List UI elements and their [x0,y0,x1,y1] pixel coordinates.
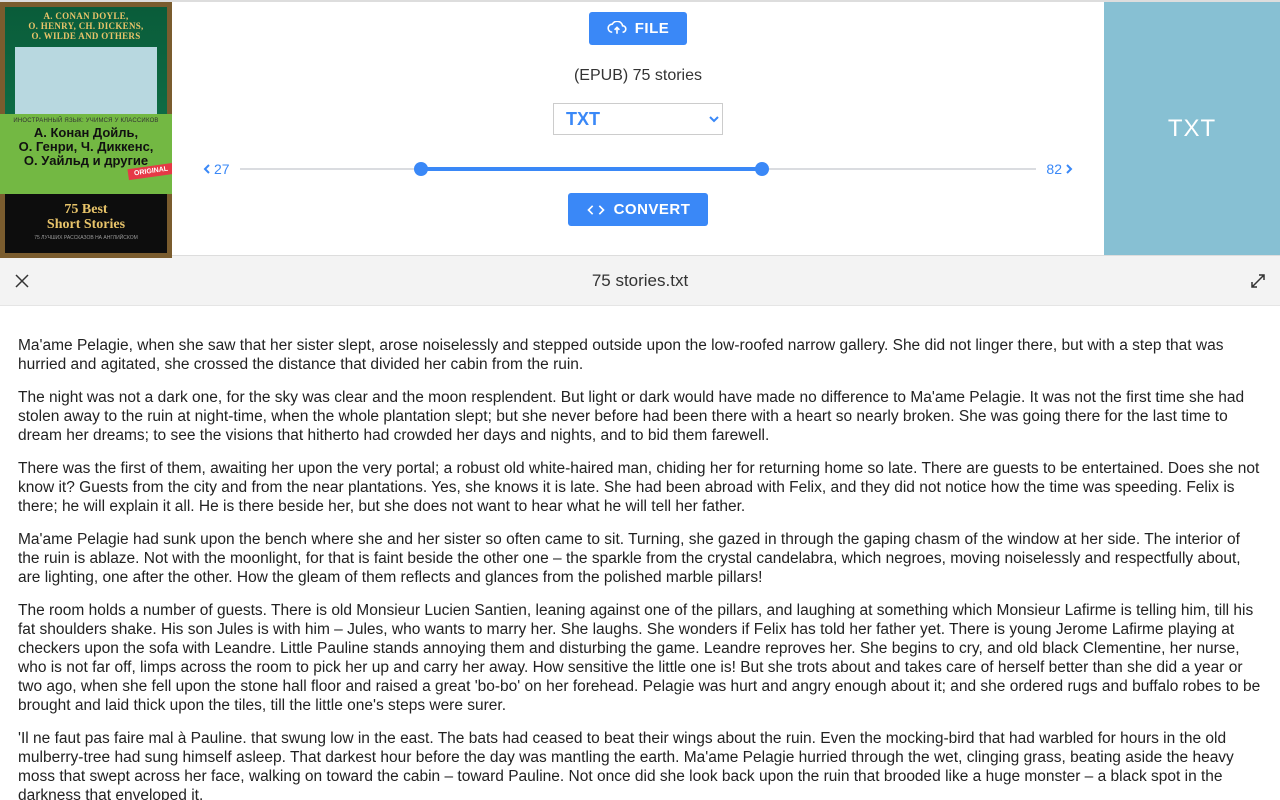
file-button-label: FILE [635,20,670,37]
slider-right-value: 82 [1046,161,1062,177]
chevron-right-icon [1064,164,1074,174]
expand-icon [1249,272,1267,290]
paragraph: The night was not a dark one, for the sk… [18,388,1262,445]
slider-left-button[interactable]: 27 [202,161,230,177]
expand-button[interactable] [1246,269,1270,293]
cover-subtitle: Иностранный язык: учимся у классиков [8,118,164,124]
cover-title: 75 BestShort Stories [5,194,167,232]
cover-tagline: 75 лучших рассказов на английском [5,235,167,241]
page-range-slider: 27 82 [192,159,1084,179]
paragraph: The room holds a number of guests. There… [18,601,1262,715]
controls-column: FILE (EPUB) 75 stories TXT 27 82 [172,2,1104,255]
slider-track[interactable] [240,159,1037,179]
paragraph: There was the first of them, awaiting he… [18,459,1262,516]
close-icon [14,273,30,289]
file-info-label: (EPUB) 75 stories [574,67,702,85]
slider-left-value: 27 [214,161,230,177]
text-content: Ma'ame Pelagie, when she saw that her si… [0,306,1280,800]
slider-handle-right[interactable] [755,162,769,176]
book-cover: A. Conan Doyle,O. Henry, Ch. Dickens,O. … [0,2,172,258]
close-button[interactable] [10,269,34,293]
output-format-box: TXT [1104,2,1280,255]
cloud-upload-icon [607,21,627,37]
result-filename: 75 stories.txt [34,271,1246,291]
cover-authors-ru: А. Конан Дойль, О. Генри, Ч. Диккенс, О.… [8,126,164,168]
paragraph: 'Il ne faut pas faire mal à Pauline. tha… [18,729,1262,800]
code-icon [586,203,606,217]
cover-authors-en: A. Conan Doyle,O. Henry, Ch. Dickens,O. … [5,11,167,41]
chevron-left-icon [202,164,212,174]
convert-button-label: CONVERT [614,201,691,218]
result-bar: 75 stories.txt [0,256,1280,306]
paragraph: Ma'ame Pelagie, when she saw that her si… [18,336,1262,374]
format-select[interactable]: TXT [553,103,723,135]
slider-right-button[interactable]: 82 [1046,161,1074,177]
convert-button[interactable]: CONVERT [568,193,709,226]
paragraph: Ma'ame Pelagie had sunk upon the bench w… [18,530,1262,587]
slider-handle-left[interactable] [414,162,428,176]
control-panel: A. Conan Doyle,O. Henry, Ch. Dickens,O. … [0,0,1280,256]
file-button[interactable]: FILE [589,12,688,45]
output-format-label: TXT [1168,115,1216,143]
